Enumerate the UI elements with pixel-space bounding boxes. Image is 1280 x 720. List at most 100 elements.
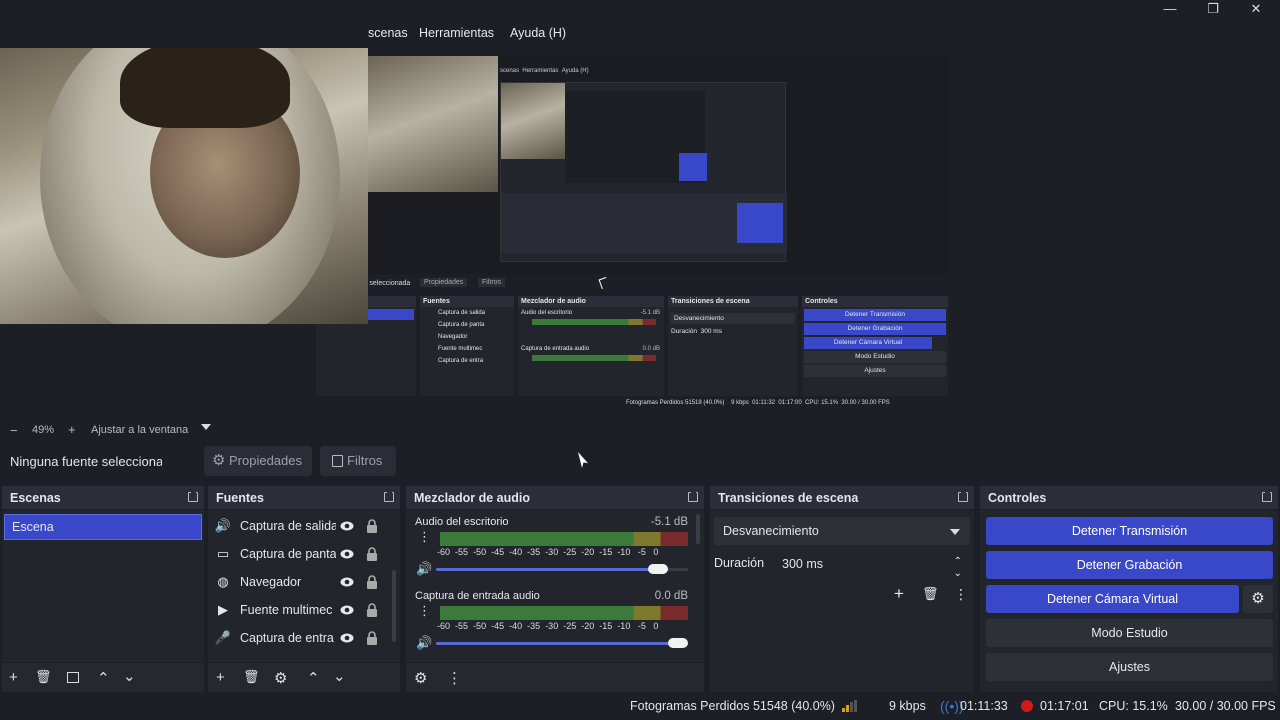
no-source-label: Ninguna fuente seleccionac [10, 454, 162, 469]
zoom-in-button[interactable]: + [68, 422, 76, 437]
undock-icon[interactable] [958, 492, 968, 502]
studio-mode-button[interactable]: Modo Estudio [986, 619, 1273, 647]
trash-icon[interactable]: 🗑 [922, 586, 939, 602]
transitions-header: Transiciones de escena [710, 486, 974, 510]
cpu-usage: CPU: 15.1% [1099, 699, 1168, 713]
trash-icon[interactable]: 🗑 [243, 669, 260, 685]
zoom-value: 49% [32, 424, 55, 436]
play-icon: ▶ [218, 602, 228, 617]
maximize-button[interactable]: ❐ [1193, 0, 1233, 20]
captured-menu: scenas Herramientas Ayuda (H) [500, 68, 589, 74]
move-up-icon[interactable]: ⌃ [97, 669, 110, 687]
more-options-icon[interactable]: ⋮ [447, 669, 462, 687]
move-up-icon[interactable]: ⌃ [307, 669, 320, 687]
globe-icon: ◍ [217, 574, 229, 589]
audio-mixer-dock: Mezclador de audio Audio del escritorio … [406, 486, 704, 692]
lock-icon[interactable] [366, 602, 378, 618]
record-time: 01:17:01 [1040, 699, 1089, 713]
undock-icon[interactable] [188, 492, 198, 502]
captured-screen: scenas Herramientas Ayuda (H) [368, 56, 948, 274]
lock-icon[interactable] [366, 630, 378, 646]
filter-icon[interactable] [67, 672, 79, 683]
settings-button[interactable]: Ajustes [986, 653, 1273, 681]
speaker-icon[interactable]: 🔊 [416, 561, 432, 577]
source-item[interactable]: 🔊 Captura de salida [214, 512, 394, 540]
meter-ticks: -60 -55 -50 -45 -40 -35 -30 -25 -20 -15 … [437, 547, 659, 557]
source-toolbar [0, 440, 1280, 484]
eye-icon[interactable] [340, 603, 354, 617]
advanced-audio-gear-icon[interactable]: ⚙ [414, 669, 427, 687]
zoom-out-button[interactable]: − [10, 423, 18, 438]
record-icon [1021, 700, 1033, 712]
move-down-icon[interactable]: ⌄ [123, 667, 136, 685]
microphone-icon: 🎤 [214, 630, 232, 645]
properties-label: Propiedades [229, 453, 302, 468]
duration-value: 300 ms [782, 557, 823, 571]
eye-icon[interactable] [340, 547, 354, 561]
trash-icon[interactable]: 🗑 [35, 669, 52, 685]
volume-slider[interactable] [436, 638, 688, 648]
source-item[interactable]: ▭ Captura de panta [214, 540, 394, 568]
gear-icon[interactable]: ⚙ [274, 669, 287, 687]
virtual-camera-settings-gear-icon[interactable]: ⚙ [1243, 585, 1273, 613]
more-options-icon[interactable]: ⋮ [954, 586, 968, 603]
stop-virtual-camera-button[interactable]: Detener Cámara Virtual [986, 585, 1239, 613]
monitor-icon: ▭ [216, 546, 230, 561]
undock-icon[interactable] [688, 492, 698, 502]
eye-icon[interactable] [340, 631, 354, 645]
source-item[interactable]: ◍ Navegador [214, 568, 394, 596]
add-icon[interactable]: + [216, 669, 225, 686]
add-icon[interactable]: + [894, 584, 904, 604]
captured-obs-lower: Ninguna fuente seleccionada Propiedades … [316, 274, 948, 412]
lock-icon[interactable] [366, 574, 378, 590]
eye-icon[interactable] [340, 519, 354, 533]
eye-icon[interactable] [340, 575, 354, 589]
menu-help[interactable]: Ayuda (H) [510, 26, 566, 40]
zoom-dropdown-icon[interactable] [201, 424, 211, 430]
mixer-footer: ⚙ ⋮ [406, 662, 704, 692]
more-options-icon[interactable]: ⋮ [418, 604, 431, 617]
transition-select[interactable]: Desvanecimiento [714, 517, 970, 545]
scene-item[interactable]: Escena [4, 514, 202, 540]
close-button[interactable]: ✕ [1236, 0, 1276, 20]
lock-icon[interactable] [366, 518, 378, 534]
chevron-down-icon [950, 529, 960, 535]
menu-tools[interactable]: Herramientas [419, 26, 494, 40]
source-label: Navegador [240, 575, 302, 589]
duration-spinbox[interactable]: 300 ms ⌃ ⌄ [776, 550, 970, 579]
transition-value: Desvanecimiento [723, 524, 819, 538]
source-item[interactable]: 🎤 Captura de entra [214, 624, 394, 652]
lock-icon[interactable] [366, 546, 378, 562]
stop-recording-button[interactable]: Detener Grabación [986, 551, 1273, 579]
more-options-icon[interactable]: ⋮ [418, 530, 431, 543]
filters-button[interactable]: Filtros [320, 446, 396, 476]
stop-streaming-button[interactable]: Detener Transmisión [986, 517, 1273, 545]
bitrate: 9 kbps [889, 699, 926, 713]
filters-label: Filtros [347, 453, 383, 468]
source-item[interactable]: ▶ Fuente multimec [214, 596, 394, 624]
meter-ticks: -60 -55 -50 -45 -40 -35 -30 -25 -20 -15 … [437, 621, 659, 631]
channel-name: Captura de entrada audio [415, 590, 540, 602]
mixer-header: Mezclador de audio [406, 486, 704, 510]
menu-scenes[interactable]: scenas [368, 26, 408, 40]
controls-dock: Controles Detener Transmisión Detener Gr… [980, 486, 1278, 692]
captured-webcam [368, 56, 498, 192]
zoom-fit-label: Ajustar a la ventana [91, 424, 189, 436]
undock-icon[interactable] [384, 492, 394, 502]
properties-button[interactable]: ⚙ Propiedades [204, 446, 312, 476]
preview-canvas[interactable]: scenas Herramientas Ayuda (H) Ninguna fu… [0, 48, 1280, 420]
sources-scrollbar[interactable] [392, 570, 396, 642]
scenes-footer: + 🗑 ⌃ ⌄ [2, 662, 204, 692]
undock-icon[interactable] [1262, 492, 1272, 502]
volume-slider[interactable] [436, 564, 688, 574]
speaker-icon: 🔊 [214, 518, 232, 533]
filter-icon [332, 455, 343, 467]
speaker-icon[interactable]: 🔊 [416, 635, 432, 651]
minimize-button[interactable]: — [1150, 0, 1190, 20]
add-icon[interactable]: + [9, 669, 18, 686]
source-label: Captura de panta [240, 547, 336, 561]
mixer-scrollbar[interactable] [696, 514, 700, 544]
chevron-down-icon[interactable]: ⌄ [954, 560, 962, 588]
move-down-icon[interactable]: ⌄ [333, 667, 346, 685]
source-label: Fuente multimec [240, 603, 333, 617]
